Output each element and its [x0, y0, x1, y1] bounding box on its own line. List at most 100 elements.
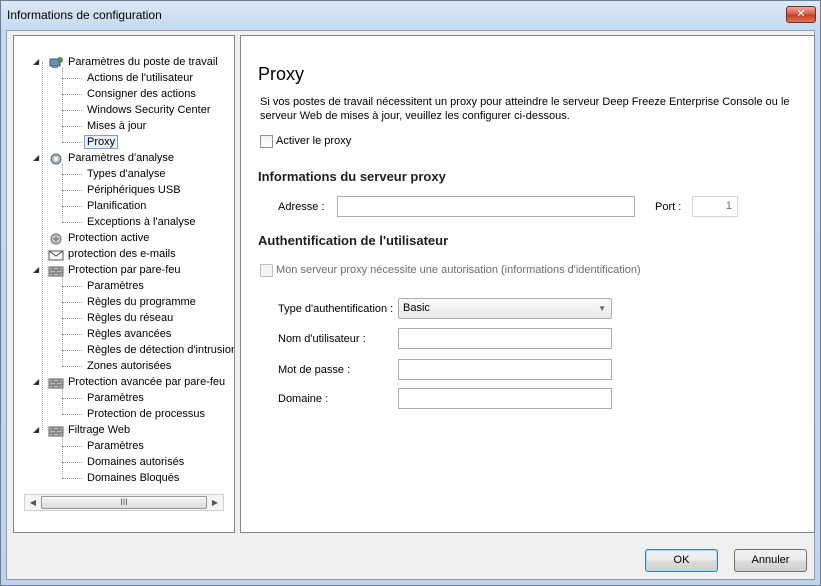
proxy-description: Si vos postes de travail nécessitent un …	[260, 96, 790, 122]
tree-connector	[62, 142, 82, 143]
tree-item[interactable]: Règles du programme	[62, 294, 196, 310]
tree-item[interactable]: Périphériques USB	[62, 182, 181, 198]
tree-item-label: Paramètres	[87, 440, 144, 452]
active-protection-icon	[48, 232, 64, 245]
tree-item[interactable]: Exceptions à l'analyse	[62, 214, 196, 230]
tree-item[interactable]: Paramètres	[62, 278, 144, 294]
tree-item[interactable]: Domaines autorisés	[62, 454, 185, 470]
tree-item-label: Planification	[87, 200, 147, 212]
tree-connector	[62, 414, 82, 415]
password-input[interactable]	[398, 359, 612, 380]
tree-connector	[62, 222, 82, 223]
requires-auth-checkbox-row[interactable]: Mon serveur proxy nécessite une autorisa…	[260, 264, 641, 277]
port-input[interactable]: 1	[692, 196, 738, 217]
tree-connector	[62, 446, 82, 447]
tree-connector	[62, 126, 82, 127]
tree-connector	[62, 302, 82, 303]
tree-item-label: Protection par pare-feu	[68, 264, 181, 276]
tree-item-label: Paramètres d'analyse	[68, 152, 175, 164]
server-section-title: Informations du serveur proxy	[258, 169, 446, 184]
title-bar[interactable]: Informations de configuration ✕	[1, 1, 820, 29]
tree-item[interactable]: Windows Security Center	[62, 102, 211, 118]
tree-item-label: Périphériques USB	[87, 184, 181, 196]
tree-item[interactable]: ◢ Filtrage Web	[33, 422, 131, 438]
enable-proxy-checkbox[interactable]	[260, 135, 273, 148]
tree-item[interactable]: Zones autorisées	[62, 358, 172, 374]
auth-type-label: Type d'authentification :	[278, 303, 394, 315]
enable-proxy-checkbox-row[interactable]: Activer le proxy	[260, 135, 351, 148]
cancel-button[interactable]: Annuler	[734, 549, 807, 572]
tree-item-label: Domaines autorisés	[87, 456, 185, 468]
tree-item[interactable]: Règles du réseau	[62, 310, 173, 326]
tree-item-label: Consigner des actions	[87, 88, 196, 100]
window-title: Informations de configuration	[7, 8, 162, 22]
dialog-client-area: ◢ Paramètres du poste de travail Actions d…	[6, 30, 815, 580]
tree-item-label: Actions de l'utilisateur	[87, 72, 194, 84]
auth-type-select[interactable]: Basic ▼	[398, 298, 612, 319]
tree-item[interactable]: ◢ Protection par pare-feu	[33, 262, 181, 278]
tree-item[interactable]: Protection active	[50, 230, 150, 246]
configuration-window: Informations de configuration ✕ ◢ Paramèt…	[0, 0, 821, 586]
tree-item[interactable]: ◢ Paramètres du poste de travail	[33, 54, 218, 70]
tree-item[interactable]: Mises à jour	[62, 118, 147, 134]
domain-label: Domaine :	[278, 393, 329, 405]
tree-item[interactable]: Règles avancées	[62, 326, 172, 342]
tree-item-label: Proxy	[84, 135, 119, 149]
tree-connector	[62, 68, 63, 142]
close-button[interactable]: ✕	[786, 6, 816, 23]
tree-connector	[62, 436, 63, 478]
tree-item[interactable]: Types d'analyse	[62, 166, 166, 182]
page-title: Proxy	[258, 64, 305, 84]
scrollbar-thumb[interactable]: III	[41, 496, 207, 509]
tree-item-label: Paramètres	[87, 392, 144, 404]
scroll-right-arrow-icon[interactable]: ▶	[207, 495, 223, 510]
tree-connector	[62, 462, 82, 463]
tree-item[interactable]: Domaines Bloqués	[62, 470, 180, 486]
settings-tree-panel: ◢ Paramètres du poste de travail Actions d…	[13, 35, 235, 533]
tree-item[interactable]: ◢ Paramètres d'analyse	[33, 150, 175, 166]
tree-item[interactable]: Règles de détection d'intrusion	[62, 342, 234, 358]
tree-root-connector	[42, 62, 43, 430]
tree-item-label: Filtrage Web	[68, 424, 131, 436]
tree-connector	[62, 174, 82, 175]
requires-auth-checkbox[interactable]	[260, 264, 273, 277]
tree-item-label: Domaines Bloqués	[87, 472, 180, 484]
password-label: Mot de passe :	[278, 364, 351, 376]
username-input[interactable]	[398, 328, 612, 349]
dropdown-arrow-icon: ▼	[598, 304, 606, 313]
tree-item-label: Types d'analyse	[87, 168, 166, 180]
tree-horizontal-scrollbar[interactable]: ◀ III ▶	[24, 494, 224, 511]
tree-connector	[62, 334, 82, 335]
scroll-left-arrow-icon[interactable]: ◀	[25, 495, 41, 510]
tree-item[interactable]: protection des e-mails	[48, 246, 176, 262]
tree-item[interactable]: Planification	[62, 198, 147, 214]
tree-connector	[62, 190, 82, 191]
tree-item-label: protection des e-mails	[68, 248, 176, 260]
workstation-icon	[48, 56, 64, 68]
firewall-icon	[48, 264, 64, 277]
tree-item-label: Protection avancée par pare-feu	[68, 376, 226, 388]
tree-item-label: Paramètres	[87, 280, 144, 292]
tree-connector	[62, 366, 82, 367]
address-input[interactable]	[337, 196, 635, 217]
tree-item-label: Mises à jour	[87, 120, 147, 132]
auth-type-value: Basic	[403, 302, 430, 314]
tree-item-label: Règles avancées	[87, 328, 172, 340]
tree-item-label: Règles du programme	[87, 296, 196, 308]
tree-connector	[62, 110, 82, 111]
enable-proxy-label: Activer le proxy	[276, 135, 352, 147]
tree-item-label: Protection active	[68, 232, 150, 244]
tree-item[interactable]: Protection de processus	[62, 406, 205, 422]
tree-item[interactable]: Proxy	[62, 134, 119, 150]
tree-item[interactable]: Paramètres	[62, 438, 144, 454]
tree-item[interactable]: Consigner des actions	[62, 86, 196, 102]
tree-item[interactable]: Paramètres	[62, 390, 144, 406]
tree-item[interactable]: Actions de l'utilisateur	[62, 70, 194, 86]
tree-connector	[62, 276, 63, 366]
tree-item[interactable]: ◢ Protection avancée par pare-feu	[33, 374, 226, 390]
email-icon	[48, 248, 64, 261]
tree-item-label: Zones autorisées	[87, 360, 172, 372]
tree-connector	[62, 164, 63, 222]
ok-button[interactable]: OK	[645, 549, 718, 572]
domain-input[interactable]	[398, 388, 612, 409]
